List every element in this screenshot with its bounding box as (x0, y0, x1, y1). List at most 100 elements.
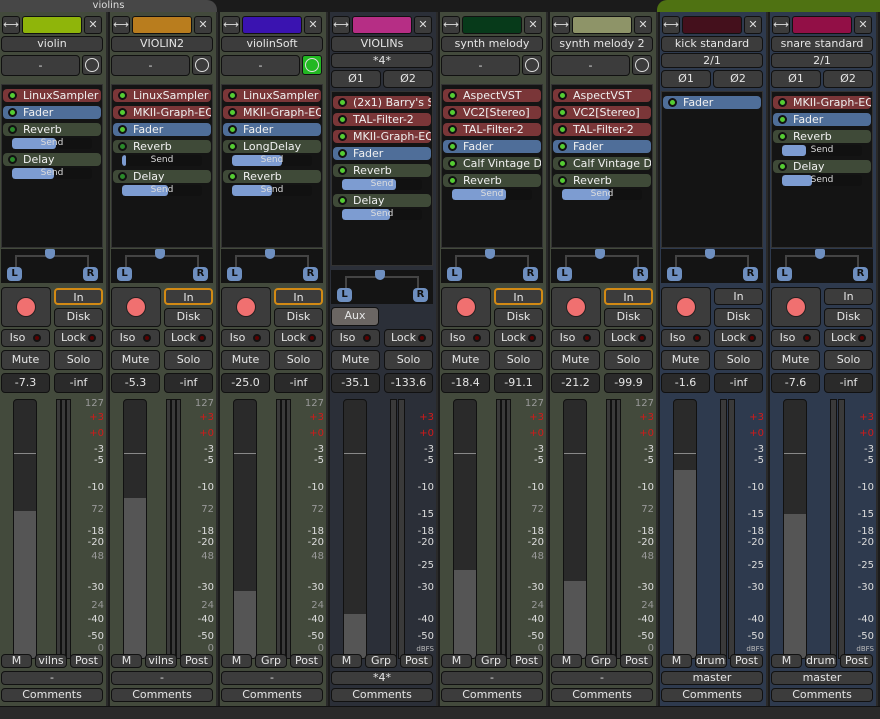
plugin-active-led[interactable] (228, 125, 237, 134)
pan-handle[interactable] (375, 270, 385, 280)
peak-display[interactable]: -inf (274, 373, 323, 393)
plugin-delay[interactable]: Delay (333, 194, 431, 207)
route-group-button[interactable]: vilns (145, 654, 177, 668)
isolate-button[interactable]: Iso (441, 329, 490, 347)
track-name-button[interactable]: snare standard (771, 36, 873, 52)
plugin-tal-filter-2[interactable]: TAL-Filter-2 (333, 113, 431, 126)
track-color-button[interactable] (22, 16, 82, 34)
input-button[interactable]: - (441, 55, 520, 76)
plugin-active-led[interactable] (8, 108, 17, 117)
input-button[interactable]: 2/1 (661, 53, 763, 68)
midi-input-icon[interactable] (82, 55, 102, 75)
meter-point-button[interactable]: M (551, 654, 582, 668)
plugin-linuxsampler[interactable]: LinuxSampler (223, 89, 321, 102)
pan-handle[interactable] (705, 249, 715, 259)
solo-button[interactable]: Solo (824, 350, 873, 370)
mute-button[interactable]: Mute (551, 350, 600, 370)
comments-button[interactable]: Comments (221, 688, 323, 702)
solo-button[interactable]: Solo (274, 350, 323, 370)
group-tab-drums[interactable] (657, 0, 880, 12)
comments-button[interactable]: Comments (441, 688, 543, 702)
width-toggle-icon[interactable]: ⟷ (552, 16, 570, 34)
plugin-reverb[interactable]: Reverb (223, 170, 321, 183)
plugin-active-led[interactable] (448, 91, 457, 100)
width-toggle-icon[interactable]: ⟷ (662, 16, 680, 34)
processor-box[interactable]: Fader (661, 91, 763, 248)
solo-lock-button[interactable]: Lock (54, 329, 103, 347)
gain-fader[interactable] (233, 399, 257, 659)
send-level-slider[interactable]: Send (12, 168, 92, 179)
processor-box[interactable]: MKII-Graph-EQ Fader Reverb Send Delay Send (771, 91, 873, 248)
plugin-active-led[interactable] (8, 155, 17, 164)
phase-invert-2-button[interactable]: Ø2 (823, 70, 873, 88)
pan-handle[interactable] (815, 249, 825, 259)
plugin-reverb[interactable]: Reverb (443, 174, 541, 187)
monitor-disk-button[interactable]: Disk (714, 308, 763, 327)
plugin-active-led[interactable] (338, 132, 347, 141)
monitor-disk-button[interactable]: Disk (824, 308, 873, 327)
peak-display[interactable]: -133.6 (384, 373, 433, 393)
plugin-active-led[interactable] (338, 196, 347, 205)
solo-lock-button[interactable]: Lock (714, 329, 763, 347)
comments-button[interactable]: Comments (331, 688, 433, 702)
group-tab-violins[interactable]: violins (0, 0, 217, 12)
plugin-reverb[interactable]: Reverb (113, 140, 211, 153)
send-level-slider[interactable]: Send (782, 145, 862, 156)
plugin-vc2-stereo-[interactable]: VC2[Stereo] (553, 106, 651, 119)
close-icon[interactable]: ✕ (634, 16, 652, 34)
stereo-panner[interactable]: LR (771, 249, 873, 283)
plugin-active-led[interactable] (448, 108, 457, 117)
mute-button[interactable]: Mute (661, 350, 710, 370)
stereo-panner[interactable]: LR (661, 249, 763, 283)
plugin-mkii-graph-eq[interactable]: MKII-Graph-EQ (223, 106, 321, 119)
monitor-disk-button[interactable]: Disk (604, 308, 653, 327)
gain-display[interactable]: -1.6 (661, 373, 710, 393)
meter-point-button[interactable]: M (441, 654, 472, 668)
send-level-slider[interactable]: Send (342, 209, 422, 220)
plugin-active-led[interactable] (778, 115, 787, 124)
mute-button[interactable]: Mute (331, 350, 380, 370)
close-icon[interactable]: ✕ (414, 16, 432, 34)
gain-fader[interactable] (673, 399, 697, 659)
track-name-button[interactable]: violin (1, 36, 103, 52)
plugin-fader[interactable]: Fader (663, 96, 761, 109)
solo-lock-button[interactable]: Lock (274, 329, 323, 347)
plugin-active-led[interactable] (228, 108, 237, 117)
stereo-panner[interactable]: LR (1, 249, 103, 283)
plugin-reverb[interactable]: Reverb (553, 174, 651, 187)
close-icon[interactable]: ✕ (194, 16, 212, 34)
plugin-aspectvst[interactable]: AspectVST (553, 89, 651, 102)
send-level-slider[interactable]: Send (122, 185, 202, 196)
meter-point-button[interactable]: M (771, 654, 802, 668)
stereo-panner[interactable]: LR (221, 249, 323, 283)
processor-box[interactable]: (2x1) Barry's S TAL-Filter-2 MKII-Graph-EQ… (331, 91, 433, 266)
solo-lock-button[interactable]: Lock (824, 329, 873, 347)
monitor-input-button[interactable]: In (164, 288, 213, 305)
output-button[interactable]: master (661, 671, 763, 685)
monitor-input-button[interactable]: In (824, 288, 873, 305)
input-button[interactable]: - (551, 55, 630, 76)
output-button[interactable]: master (771, 671, 873, 685)
track-color-button[interactable] (572, 16, 632, 34)
phase-invert-1-button[interactable]: Ø1 (771, 70, 821, 88)
gain-display[interactable]: -7.6 (771, 373, 820, 393)
processor-box[interactable]: LinuxSampler Fader Reverb Send Delay Send (1, 84, 103, 248)
plugin-mkii-graph-eq[interactable]: MKII-Graph-EQ (773, 96, 871, 109)
pan-handle[interactable] (45, 249, 55, 259)
midi-input-icon[interactable] (302, 55, 322, 75)
width-toggle-icon[interactable]: ⟷ (112, 16, 130, 34)
monitor-input-button[interactable]: In (604, 288, 653, 305)
plugin-tal-filter-2[interactable]: TAL-Filter-2 (443, 123, 541, 136)
plugin-active-led[interactable] (558, 142, 567, 151)
midi-input-icon[interactable] (522, 55, 542, 75)
solo-button[interactable]: Solo (604, 350, 653, 370)
track-name-button[interactable]: synth melody 2 (551, 36, 653, 52)
plugin-mkii-graph-eq[interactable]: MKII-Graph-EQ (113, 106, 211, 119)
peak-display[interactable]: -inf (824, 373, 873, 393)
track-name-button[interactable]: VIOLINs (331, 36, 433, 52)
stereo-panner[interactable]: LR (441, 249, 543, 283)
close-icon[interactable]: ✕ (744, 16, 762, 34)
plugin-fader[interactable]: Fader (113, 123, 211, 136)
plugin-active-led[interactable] (338, 149, 347, 158)
solo-button[interactable]: Solo (384, 350, 433, 370)
